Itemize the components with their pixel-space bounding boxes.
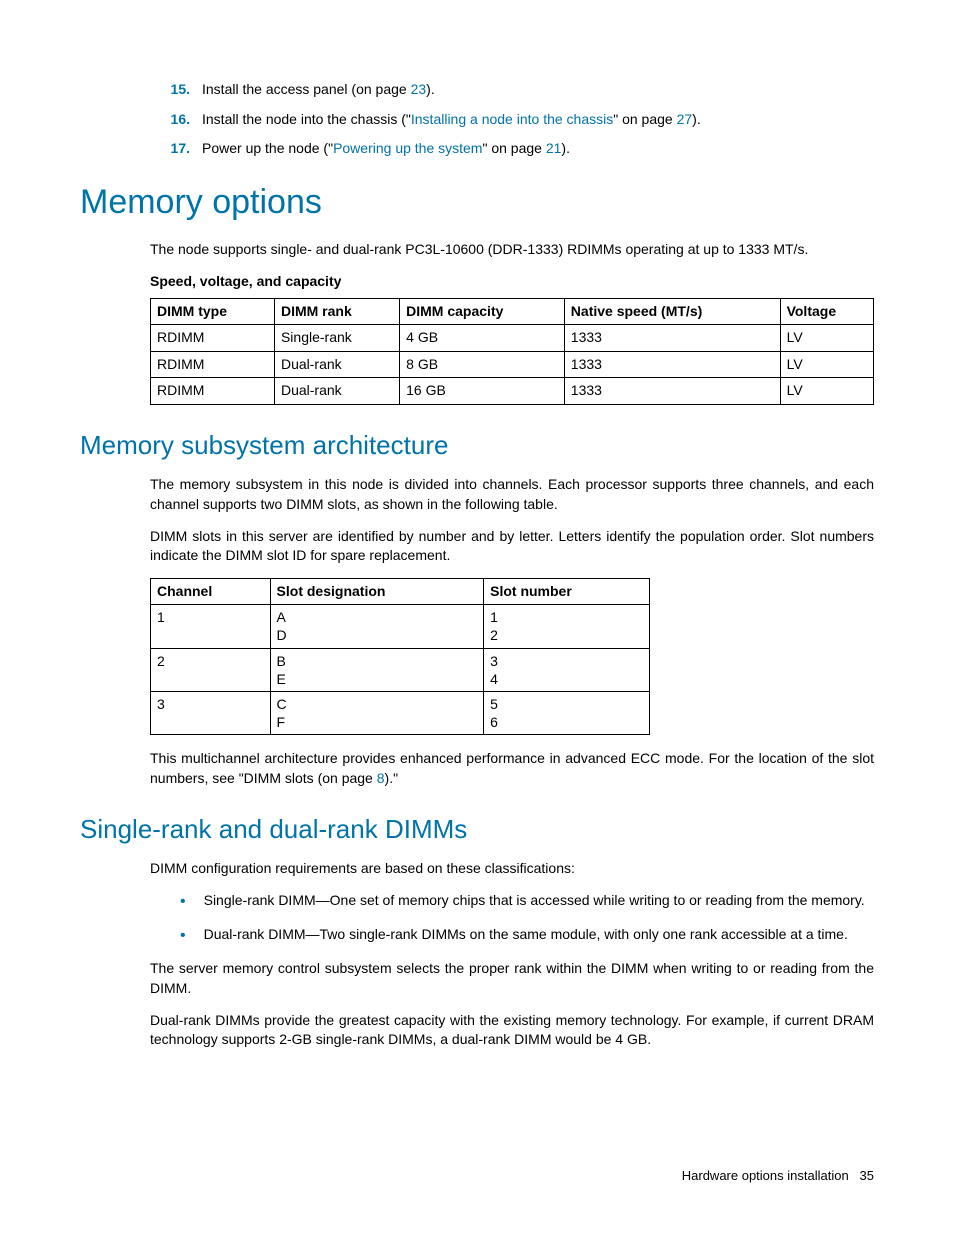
page-link[interactable]: 23	[411, 81, 427, 97]
step-text: Install the node into the chassis ("Inst…	[202, 110, 874, 130]
table-cell: 8 GB	[400, 351, 565, 378]
step-15: 15. Install the access panel (on page 23…	[160, 80, 874, 100]
arch-para-1: The memory subsystem in this node is div…	[150, 475, 874, 514]
table-cell: LV	[780, 325, 873, 352]
heading-memory-subsystem: Memory subsystem architecture	[80, 427, 874, 463]
page-link[interactable]: 8	[377, 770, 385, 786]
list-item: • Dual-rank DIMM—Two single-rank DIMMs o…	[180, 925, 874, 947]
bullet-icon: •	[180, 925, 186, 947]
table-cell: AD	[270, 605, 484, 648]
page-link[interactable]: 21	[546, 140, 562, 156]
step-16: 16. Install the node into the chassis ("…	[160, 110, 874, 130]
table-cell: 1333	[564, 351, 780, 378]
table-cell: 16 GB	[400, 378, 565, 405]
bullet-text: Single-rank DIMM—One set of memory chips…	[204, 891, 874, 913]
table-cell: BE	[270, 648, 484, 691]
table-row: RDIMMSingle-rank4 GB1333LV	[151, 325, 874, 352]
rank-para-2: The server memory control subsystem sele…	[150, 959, 874, 998]
table-cell: 2	[151, 648, 271, 691]
table-row: 2BE34	[151, 648, 650, 691]
step-number: 15.	[160, 80, 190, 100]
col-header: Slot designation	[270, 578, 484, 605]
dimm-spec-table: DIMM type DIMM rank DIMM capacity Native…	[150, 298, 874, 405]
cross-ref-link[interactable]: Powering up the system	[333, 140, 482, 156]
footer-page-number: 35	[860, 1168, 874, 1183]
cross-ref-link[interactable]: Installing a node into the chassis	[411, 111, 613, 127]
heading-memory-options: Memory options	[80, 179, 874, 227]
intro-paragraph: The node supports single- and dual-rank …	[150, 240, 874, 260]
table-row: 1AD12	[151, 605, 650, 648]
table-cell: 34	[484, 648, 650, 691]
col-header: Slot number	[484, 578, 650, 605]
table-cell: 4 GB	[400, 325, 565, 352]
page-link[interactable]: 27	[677, 111, 693, 127]
page-footer: Hardware options installation 35	[682, 1167, 874, 1185]
step-text: Install the access panel (on page 23).	[202, 80, 874, 100]
bullet-text: Dual-rank DIMM—Two single-rank DIMMs on …	[204, 925, 874, 947]
table-header-row: Channel Slot designation Slot number	[151, 578, 650, 605]
rank-intro: DIMM configuration requirements are base…	[150, 859, 874, 879]
table-row: 3CF56	[151, 692, 650, 735]
arch-para-2: DIMM slots in this server are identified…	[150, 527, 874, 566]
arch-para-3: This multichannel architecture provides …	[150, 749, 874, 788]
install-steps-list: 15. Install the access panel (on page 23…	[160, 80, 874, 159]
col-header: Channel	[151, 578, 271, 605]
col-header: Voltage	[780, 298, 873, 325]
table-cell: Single-rank	[274, 325, 399, 352]
rank-bullet-list: • Single-rank DIMM—One set of memory chi…	[180, 891, 874, 948]
table-cell: 12	[484, 605, 650, 648]
table-cell: Dual-rank	[274, 351, 399, 378]
channel-slot-table: Channel Slot designation Slot number 1AD…	[150, 578, 650, 736]
step-text: Power up the node ("Powering up the syst…	[202, 139, 874, 159]
table-header-row: DIMM type DIMM rank DIMM capacity Native…	[151, 298, 874, 325]
bullet-icon: •	[180, 891, 186, 913]
table-cell: 1	[151, 605, 271, 648]
col-header: DIMM capacity	[400, 298, 565, 325]
table-cell: Dual-rank	[274, 378, 399, 405]
table-cell: 56	[484, 692, 650, 735]
table-caption: Speed, voltage, and capacity	[150, 272, 874, 292]
table-cell: RDIMM	[151, 325, 275, 352]
table-cell: LV	[780, 378, 873, 405]
table-row: RDIMMDual-rank8 GB1333LV	[151, 351, 874, 378]
table-cell: 1333	[564, 378, 780, 405]
heading-single-dual-rank: Single-rank and dual-rank DIMMs	[80, 811, 874, 847]
table-cell: LV	[780, 351, 873, 378]
table-cell: 3	[151, 692, 271, 735]
table-cell: RDIMM	[151, 378, 275, 405]
footer-section-title: Hardware options installation	[682, 1168, 849, 1183]
table-cell: CF	[270, 692, 484, 735]
step-number: 17.	[160, 139, 190, 159]
table-cell: RDIMM	[151, 351, 275, 378]
table-row: RDIMMDual-rank16 GB1333LV	[151, 378, 874, 405]
col-header: DIMM type	[151, 298, 275, 325]
table-cell: 1333	[564, 325, 780, 352]
step-number: 16.	[160, 110, 190, 130]
rank-para-3: Dual-rank DIMMs provide the greatest cap…	[150, 1011, 874, 1050]
list-item: • Single-rank DIMM—One set of memory chi…	[180, 891, 874, 913]
col-header: Native speed (MT/s)	[564, 298, 780, 325]
col-header: DIMM rank	[274, 298, 399, 325]
step-17: 17. Power up the node ("Powering up the …	[160, 139, 874, 159]
